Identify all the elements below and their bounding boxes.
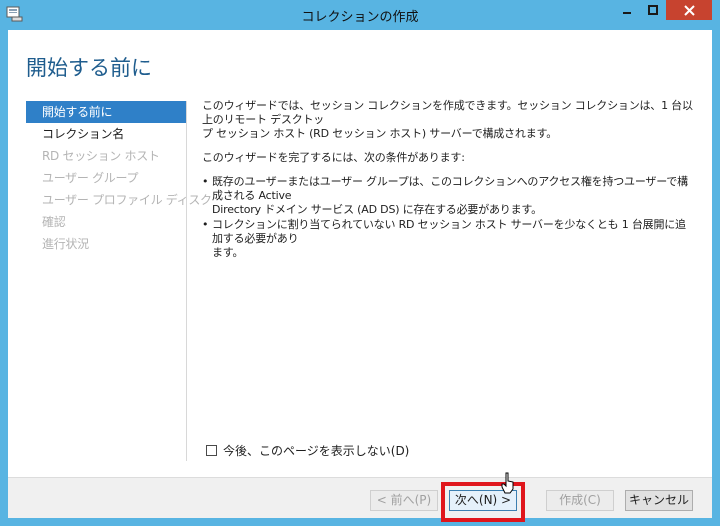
prereq-list: • 既存のユーザーまたはユーザー グループは、このコレクションへのアクセス権を持… (202, 175, 696, 260)
maximize-icon (648, 5, 658, 15)
wizard-content: このウィザードでは、セッション コレクションを作成できます。セッション コレクシ… (202, 99, 696, 261)
create-button: 作成(C) (546, 490, 614, 511)
prereq-heading: このウィザードを完了するには、次の条件があります: (202, 151, 465, 164)
prereq-item-line: ます。 (212, 246, 244, 259)
wizard-footer: < 前へ(P) 次へ(N) > 作成(C) キャンセル (8, 477, 712, 518)
nav-step-progress: 進行状況 (42, 237, 89, 251)
nav-step-user-groups: ユーザー グループ (42, 171, 139, 185)
prereq-item-line: Directory ドメイン サービス (AD DS) に存在する必要があります… (212, 203, 542, 216)
bullet-icon: • (202, 175, 209, 188)
prereq-item-line: コレクションに割り当てられていない RD セッション ホスト サーバーを少なくと… (212, 218, 686, 245)
nav-step-before-you-begin[interactable]: 開始する前に (26, 101, 186, 123)
prereq-item: • コレクションに割り当てられていない RD セッション ホスト サーバーを少な… (202, 218, 696, 260)
intro-line-1: このウィザードでは、セッション コレクションを作成できます。セッション コレクシ… (202, 99, 693, 126)
intro-text: このウィザードでは、セッション コレクションを作成できます。セッション コレクシ… (202, 99, 696, 141)
nav-step-confirmation: 確認 (42, 215, 66, 229)
cancel-button[interactable]: キャンセル (625, 490, 693, 511)
bullet-icon: • (202, 218, 209, 231)
nav-divider (186, 101, 187, 461)
maximize-button[interactable] (640, 0, 666, 20)
nav-step-rd-session-host: RD セッション ホスト (42, 149, 160, 163)
window-title: コレクションの作成 (301, 10, 419, 25)
title-bar[interactable]: コレクションの作成 (0, 0, 720, 30)
wizard-client-area: 開始する前に 開始する前に コレクション名 RD セッション ホスト ユーザー … (8, 30, 712, 518)
skip-page-label: 今後、このページを表示しない(D) (223, 444, 410, 458)
skip-page-checkbox[interactable] (206, 445, 217, 456)
minimize-button[interactable] (614, 0, 640, 20)
page-title: 開始する前に (26, 56, 152, 80)
previous-button: < 前へ(P) (370, 490, 438, 511)
skip-page-option[interactable]: 今後、このページを表示しない(D) (206, 442, 409, 459)
nav-step-collection-name[interactable]: コレクション名 (26, 123, 186, 145)
prereq-item-line: 既存のユーザーまたはユーザー グループは、このコレクションへのアクセス権を持つユ… (212, 175, 688, 202)
mouse-pointer-icon (501, 472, 514, 494)
prereq-item: • 既存のユーザーまたはユーザー グループは、このコレクションへのアクセス権を持… (202, 175, 696, 217)
intro-line-2: プ セッション ホスト (RD セッション ホスト) サーバーで構成されます。 (202, 127, 558, 140)
nav-step-user-profile-disks: ユーザー プロファイル ディスク (42, 193, 212, 207)
close-icon (683, 4, 695, 16)
wizard-window: コレクションの作成 開始する前に 開始する前に コレクション名 RD セッション… (0, 0, 720, 526)
minimize-icon (623, 12, 631, 14)
wizard-step-nav: 開始する前に コレクション名 RD セッション ホスト ユーザー グループ ユー… (26, 101, 212, 255)
close-button[interactable] (666, 0, 712, 20)
